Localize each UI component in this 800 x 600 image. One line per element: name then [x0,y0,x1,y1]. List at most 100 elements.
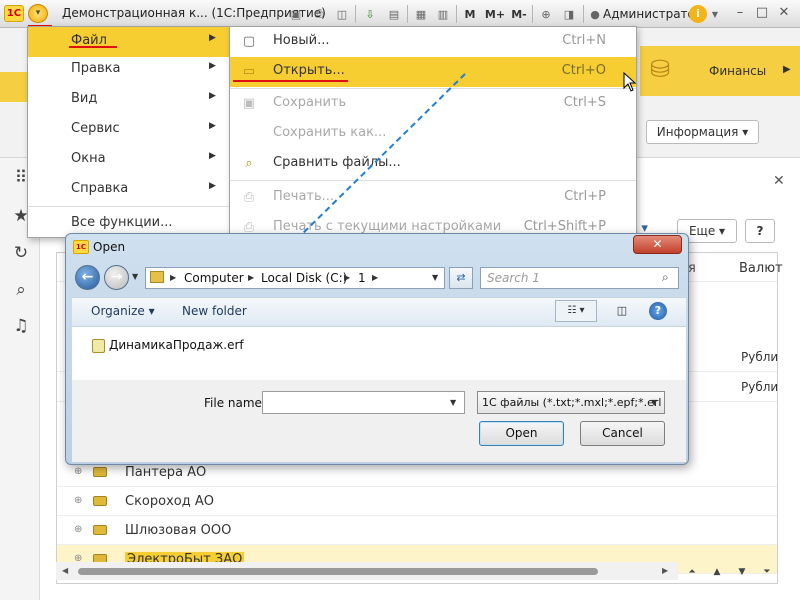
main-menu-button[interactable]: ▾ [28,4,48,23]
menu-item-edit[interactable]: Правка ▶ [28,55,229,85]
help-button[interactable]: ? [745,219,775,243]
print-icon[interactable]: ⎙ [311,6,327,22]
mouse-cursor-icon [623,72,637,92]
main-menu: Файл ▶ Правка ▶ Вид ▶ Сервис ▶ Окна ▶ Справка… [27,26,230,238]
chevron-down-icon[interactable]: ▼ [651,398,657,407]
new-folder-button[interactable]: New folder [182,304,247,318]
chevron-right-icon: ▶ [209,151,216,161]
recent-locations-icon[interactable]: ▼ [132,272,138,281]
open-folder-icon: ▭ [242,64,256,79]
chevron-right-icon[interactable]: ▶ [344,273,350,282]
menu-item-windows[interactable]: Окна ▶ [28,145,229,175]
1c-logo-icon: 1С [73,240,89,254]
save-icon[interactable]: ▣ [288,6,304,22]
file-name-label: File name: [204,396,266,410]
memory-plus-button[interactable]: M+ [484,6,506,22]
dialog-close-button[interactable]: ✕ [633,235,682,254]
coins-icon: ⛁ [650,55,671,83]
dialog-title: Open [93,240,126,254]
toolbar-separator [583,5,584,23]
table-row[interactable]: ⊕ Скороход АО [57,487,777,516]
breadcrumb-local-disk[interactable]: Local Disk (C:) [261,271,347,285]
organize-button[interactable]: Organize ▾ [91,304,155,318]
forward-button[interactable]: → [104,265,129,290]
chevron-right-icon[interactable]: ▶ [170,273,176,282]
section-finance-label: Финансы [709,64,767,78]
chevron-right-icon: ▶ [209,33,216,43]
folder-icon [93,525,107,535]
calculator-icon[interactable]: ▦ [413,6,429,22]
menu-item-help[interactable]: Справка ▶ [28,175,229,205]
table-row[interactable]: ⊕ Шлюзовая ООО [57,516,777,545]
row-name: Шлюзовая ООО [125,523,232,538]
menu-divider [28,206,229,207]
first-page-icon[interactable]: ⏶ [681,563,703,581]
file-item[interactable]: ДинамикаПродаж.erf [109,338,244,352]
chevron-right-icon[interactable]: ▶ [248,273,254,282]
menu-item-file[interactable]: Файл ▶ [28,27,229,57]
memory-button[interactable]: M [462,6,478,22]
toolbar-separator [407,5,408,23]
open-button[interactable]: Open [479,421,564,446]
memory-minus-button[interactable]: M- [508,6,530,22]
breadcrumb-computer[interactable]: Computer [184,271,244,285]
scroll-left-icon[interactable]: ◀ [62,566,68,575]
chevron-right-icon: ▶ [783,64,791,75]
calendar-icon[interactable]: ▥ [435,6,451,22]
attach-icon[interactable]: ▤ [386,6,402,22]
search-icon[interactable]: ⌕ [662,270,669,285]
last-page-icon[interactable]: ⏷ [756,563,778,581]
annotation-arrow [284,73,466,252]
chevron-down-icon[interactable]: ▼ [450,398,456,407]
info-button[interactable]: Информация ▾ [646,120,759,144]
preview-pane-icon[interactable]: ◫ [612,302,632,320]
expand-icon[interactable]: ⊕ [74,524,82,535]
minimize-icon[interactable]: – [730,4,750,22]
menu-item-view[interactable]: Вид ▶ [28,85,229,115]
history-icon[interactable]: ↻ [10,242,32,264]
column-header-partial[interactable]: я [688,261,696,276]
chevron-down-icon[interactable]: ▼ [709,6,721,22]
info-icon[interactable]: i [689,5,707,23]
menu-item-shortcut: Ctrl+P [564,189,606,204]
section-item-partial[interactable] [0,72,28,102]
scrollbar-thumb[interactable] [78,568,598,575]
cancel-button[interactable]: Cancel [580,421,665,446]
toolbar-separator [532,5,533,23]
prev-page-icon[interactable]: ▲ [706,563,728,581]
row-name: Скороход АО [125,494,214,509]
folder-icon [93,467,107,477]
preview-icon[interactable]: ◫ [334,6,350,22]
breadcrumb-folder[interactable]: 1 [358,271,366,285]
file-list[interactable] [72,327,686,380]
expand-icon[interactable]: ⊕ [74,495,82,506]
scroll-right-icon[interactable]: ▶ [662,566,668,575]
save-icon: ▣ [242,96,256,111]
currency-cell: Рубли [741,380,779,394]
expand-icon[interactable]: ⊕ [74,466,82,477]
menu-item-new[interactable]: ▢ Новый... Ctrl+N [230,27,636,57]
search-icon[interactable]: ⌕ [10,279,32,301]
1c-logo-icon: 1С [4,5,24,22]
refresh-button[interactable]: ⇄ [449,267,473,289]
next-page-icon[interactable]: ▼ [731,563,753,581]
save-to-disk-icon[interactable]: ⇩ [362,6,378,22]
close-form-icon[interactable]: ✕ [773,173,785,189]
menu-item-label: Окна [71,151,106,166]
view-options-button[interactable]: ☷ ▾ [555,300,597,322]
file-type-select[interactable]: 1С файлы (*.txt;*.mxl;*.epf;*.erl [477,391,665,414]
help-icon[interactable]: ? [649,302,667,320]
address-dropdown-icon[interactable]: ▼ [432,273,438,282]
file-name-input[interactable] [262,391,465,414]
chevron-right-icon[interactable]: ▶ [372,273,378,282]
column-header-currency[interactable]: Валют [739,261,783,276]
bell-icon[interactable]: ♫ [10,315,32,337]
menu-item-service[interactable]: Сервис ▶ [28,115,229,145]
back-button[interactable]: ← [75,265,100,290]
panels-icon[interactable]: ◨ [561,6,577,22]
close-icon[interactable]: ✕ [774,4,794,22]
user-icon: ● [590,7,600,21]
user-name[interactable]: Администратор [603,7,703,21]
zoom-icon[interactable]: ⊕ [538,6,554,22]
maximize-icon[interactable]: □ [752,4,772,22]
